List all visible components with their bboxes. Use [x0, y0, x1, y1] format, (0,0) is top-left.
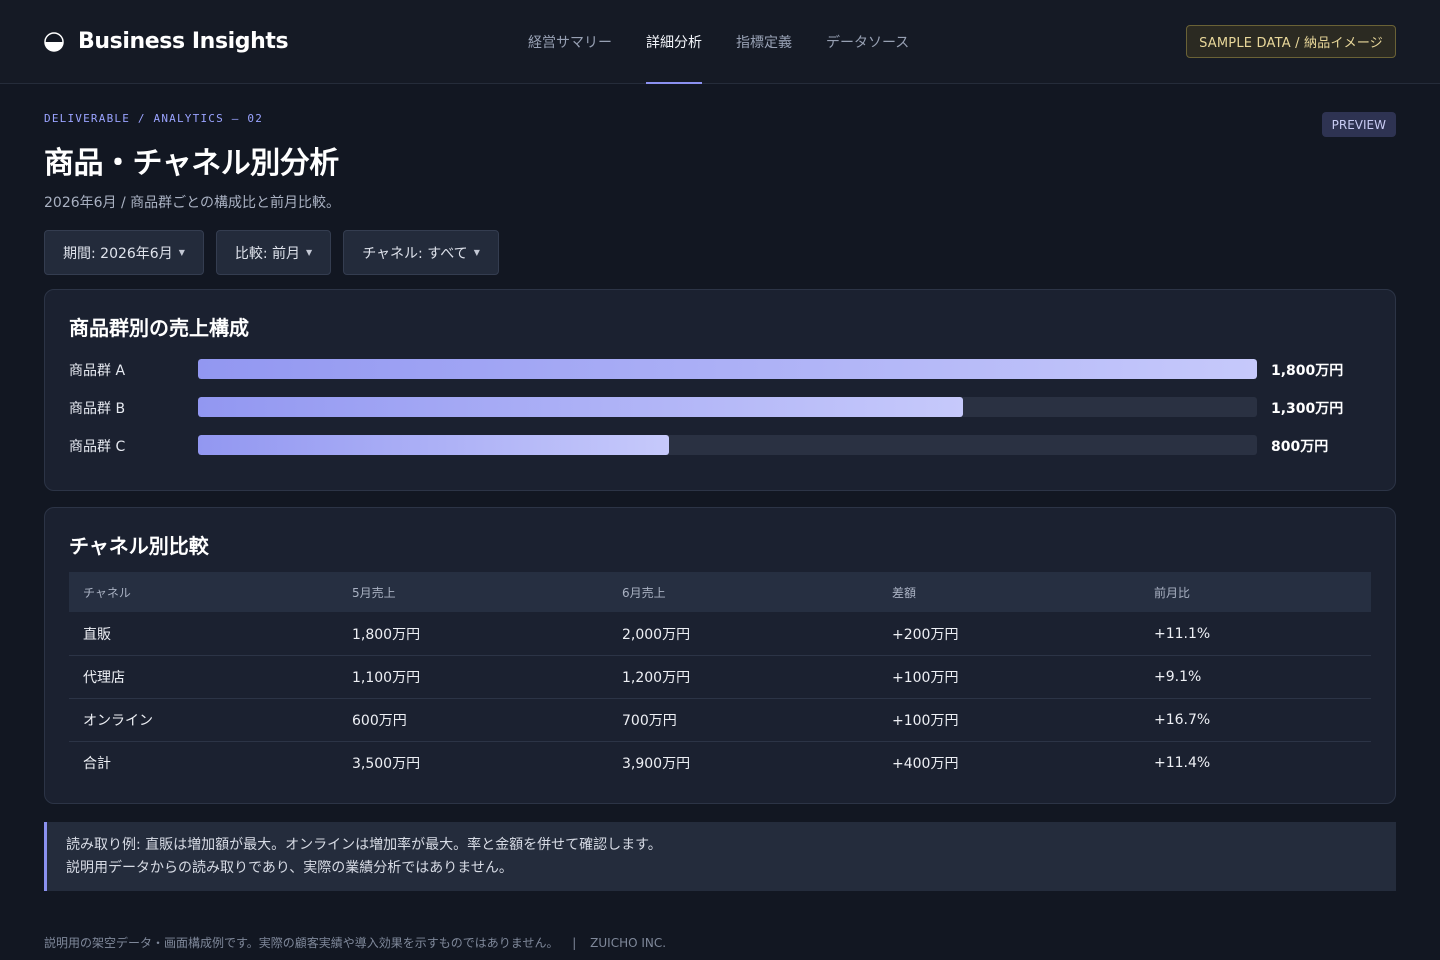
period-filter-label: 期間: 2026年6月: [63, 245, 173, 262]
channel-comparison-card: チャネル別比較 チャネル 5月売上 6月売上 差額 前月比 直販 1,800万円…: [44, 507, 1396, 804]
brand-name: Business Insights: [78, 29, 289, 54]
table-cell: +11.1%: [1154, 625, 1211, 642]
comparison-filter-label: 比較: 前月: [234, 245, 301, 262]
table-cell: +16.7%: [1154, 712, 1211, 728]
table-cell: オンライン: [83, 713, 153, 729]
bar-fill-product-b: [198, 397, 963, 417]
footer: 説明用の架空データ・画面構成例です。実際の顧客実績や導入効果を示すものではありま…: [44, 934, 666, 951]
table-cell: 1,800万円: [352, 626, 421, 643]
table-row: 代理店 1,100万円 1,200万円 +100万円 +9.1%: [69, 655, 1371, 698]
column-header: チャネル: [83, 585, 131, 600]
footer-company: ZUICHO INC.: [590, 936, 667, 950]
channel-filter-dropdown[interactable]: チャネル: すべて ▼: [343, 230, 499, 275]
nav-item-summary[interactable]: 経営サマリー: [528, 0, 612, 84]
nav-item-analysis[interactable]: 詳細分析: [646, 0, 702, 84]
column-header: 6月売上: [622, 585, 666, 600]
channel-filter-label: チャネル: すべて: [362, 245, 468, 262]
column-header: 前月比: [1154, 585, 1191, 600]
table-cell: 3,900万円: [622, 756, 691, 772]
table-row: オンライン 600万円 700万円 +100万円 +16.7%: [69, 698, 1371, 741]
table-row: 直販 1,800万円 2,000万円 +200万円 +11.1%: [69, 612, 1371, 655]
half-circle-logo-icon: [44, 31, 64, 52]
table-cell: 2,000万円: [622, 626, 691, 643]
table-cell: +100万円: [892, 670, 959, 686]
nav-item-definitions[interactable]: 指標定義: [736, 0, 792, 84]
table-cell: 直販: [83, 626, 111, 643]
reading-note-line: 読み取り例: 直販は増加額が最大。オンラインは増加率が最大。率と金額を併せて確認…: [66, 837, 662, 853]
table-body: 直販 1,800万円 2,000万円 +200万円 +11.1% 代理店 1,1…: [69, 612, 1371, 784]
top-bar: Business Insights 経営サマリー 詳細分析 指標定義 データソー…: [0, 0, 1440, 84]
page-title: 商品・チャネル別分析: [44, 146, 339, 181]
table-cell: 合計: [83, 756, 111, 772]
bar-row-product-a: 商品群 A 1,800万円: [69, 359, 1369, 379]
page-kicker: DELIVERABLE / ANALYTICS — 02: [44, 112, 264, 125]
bar-track: [198, 435, 1257, 455]
table-cell: +100万円: [892, 713, 959, 729]
table-row-total: 合計 3,500万円 3,900万円 +400万円 +11.4%: [69, 741, 1371, 784]
bar-row-product-c: 商品群 C 800万円: [69, 435, 1369, 455]
page-subtitle: 2026年6月 / 商品群ごとの構成比と前月比較。: [44, 195, 341, 211]
bar-label: 商品群 C: [69, 439, 126, 455]
brand[interactable]: Business Insights: [44, 29, 289, 54]
footer-disclaimer: 説明用の架空データ・画面構成例です。実際の顧客実績や導入効果を示すものではありま…: [44, 936, 559, 950]
footer-separator: |: [572, 936, 577, 950]
bar-track: [198, 359, 1257, 379]
table-cell: 1,200万円: [622, 670, 691, 686]
table-cell: +400万円: [892, 756, 959, 772]
product-breakdown-title: 商品群別の売上構成: [69, 316, 249, 340]
bar-value: 1,300万円: [1271, 401, 1344, 417]
caret-down-icon: ▼: [178, 248, 185, 257]
table-cell: 600万円: [352, 713, 407, 729]
table-cell: +9.1%: [1154, 669, 1202, 685]
sample-data-badge: SAMPLE DATA / 納品イメージ: [1186, 25, 1396, 58]
caret-down-icon: ▼: [473, 248, 480, 257]
bar-value: 800万円: [1271, 439, 1329, 455]
reading-note: 読み取り例: 直販は増加額が最大。オンラインは増加率が最大。率と金額を併せて確認…: [44, 822, 1396, 891]
bar-label: 商品群 B: [69, 401, 126, 417]
table-cell: 代理店: [83, 670, 125, 686]
reading-note-line: 説明用データからの読み取りであり、実際の業績分析ではありません。: [66, 860, 513, 876]
channel-comparison-title: チャネル別比較: [69, 534, 209, 558]
main-nav: 経営サマリー 詳細分析 指標定義 データソース: [528, 0, 909, 84]
table-cell: 3,500万円: [352, 756, 421, 772]
product-breakdown-card: 商品群別の売上構成 商品群 A 1,800万円 商品群 B 1,300万円 商品…: [44, 289, 1396, 491]
channel-table: チャネル 5月売上 6月売上 差額 前月比 直販 1,800万円 2,000万円…: [69, 572, 1371, 784]
preview-badge: PREVIEW: [1321, 112, 1396, 137]
filter-bar: 期間: 2026年6月 ▼ 比較: 前月 ▼ チャネル: すべて ▼: [44, 230, 499, 275]
caret-down-icon: ▼: [306, 248, 313, 257]
table-header: チャネル 5月売上 6月売上 差額 前月比: [69, 572, 1371, 612]
bar-row-product-b: 商品群 B 1,300万円: [69, 397, 1369, 417]
comparison-filter-dropdown[interactable]: 比較: 前月 ▼: [215, 230, 332, 275]
bar-track: [198, 397, 1257, 417]
table-cell: 1,100万円: [352, 670, 421, 686]
bar-fill-product-a: [198, 359, 1257, 379]
period-filter-dropdown[interactable]: 期間: 2026年6月 ▼: [44, 230, 204, 275]
table-cell: +11.4%: [1154, 755, 1211, 771]
table-cell: +200万円: [892, 626, 959, 643]
nav-item-datasource[interactable]: データソース: [826, 0, 909, 84]
bar-fill-product-c: [198, 435, 669, 455]
column-header: 差額: [892, 585, 917, 600]
bar-value: 1,800万円: [1271, 363, 1344, 379]
bar-label: 商品群 A: [69, 363, 126, 379]
table-cell: 700万円: [622, 713, 677, 729]
column-header: 5月売上: [352, 585, 396, 600]
